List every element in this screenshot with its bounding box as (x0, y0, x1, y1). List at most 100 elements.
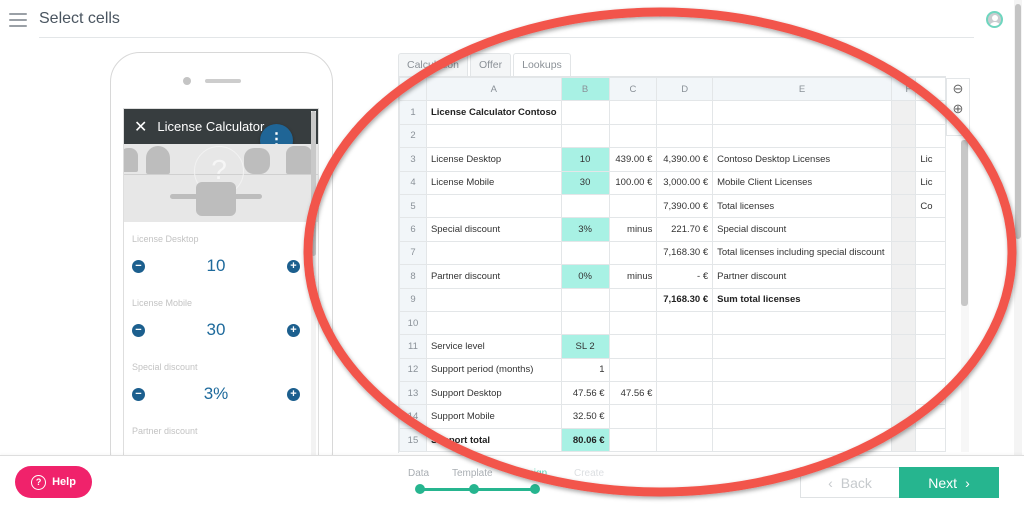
cell-C11[interactable] (608, 334, 658, 359)
cell-E4[interactable]: Mobile Client Licenses (712, 170, 893, 195)
cell-7[interactable] (915, 240, 946, 266)
cell-A8[interactable]: Partner discount (425, 264, 562, 289)
cell-B2[interactable] (560, 123, 610, 149)
cell-E1[interactable] (712, 100, 893, 125)
cell-E5[interactable]: Total licenses (712, 193, 893, 219)
column-header[interactable]: E (712, 77, 893, 102)
cell-5[interactable]: Co (915, 193, 946, 219)
cell-C12[interactable] (608, 357, 658, 383)
help-button[interactable]: ? Help (15, 466, 92, 498)
phone-scrollbar-thumb[interactable] (311, 111, 316, 256)
cell-B14[interactable]: 32.50 € (560, 404, 610, 429)
phone-scrollbar[interactable] (311, 111, 316, 507)
increment-button[interactable]: + (286, 323, 300, 337)
cell-B13[interactable]: 47.56 € (560, 381, 610, 406)
cell-E10[interactable] (712, 310, 893, 336)
tab-offer[interactable]: Offer (469, 53, 512, 76)
row-number[interactable]: 14 (399, 404, 427, 429)
cell-D8[interactable]: - € (656, 264, 714, 289)
step-template[interactable]: Template (452, 468, 493, 479)
cell-D14[interactable] (656, 404, 714, 429)
cell-E13[interactable] (712, 381, 893, 406)
cell-F7[interactable] (891, 240, 917, 266)
cell-B8[interactable]: 0% (560, 264, 610, 289)
cell-E6[interactable]: Special discount (712, 217, 893, 242)
cell-A1[interactable]: License Calculator Contoso (425, 100, 562, 125)
cell-C1[interactable] (608, 100, 658, 125)
cell-A11[interactable]: Service level (425, 334, 562, 359)
row-number[interactable]: 15 (399, 427, 427, 453)
cell-10[interactable] (915, 310, 946, 336)
cell-9[interactable] (915, 287, 946, 312)
cell-C5[interactable] (608, 193, 658, 219)
cell-C9[interactable] (608, 287, 658, 312)
column-header[interactable]: D (656, 77, 714, 102)
column-header-selected[interactable]: B (560, 77, 610, 102)
zoom-out-icon[interactable]: ⊖ (947, 79, 969, 99)
row-number[interactable]: 12 (399, 357, 427, 383)
cell-2[interactable] (915, 123, 946, 149)
row-number[interactable]: 6 (399, 217, 427, 242)
cell-A9[interactable] (425, 287, 562, 312)
cell-F11[interactable] (891, 334, 917, 359)
sheet-scrollbar-thumb[interactable] (961, 140, 968, 306)
cell-A3[interactable]: License Desktop (425, 147, 562, 172)
cell-C10[interactable] (608, 310, 658, 336)
cell-F3[interactable] (891, 147, 917, 172)
cell-D12[interactable] (656, 357, 714, 383)
cell-F6[interactable] (891, 217, 917, 242)
row-number[interactable]: 7 (399, 240, 427, 266)
cell-B12[interactable]: 1 (560, 357, 610, 383)
cell-A10[interactable] (425, 310, 562, 336)
sheet-scrollbar[interactable] (961, 140, 969, 452)
tab-calculation[interactable]: Calculation (398, 53, 468, 76)
cell-F4[interactable] (891, 170, 917, 195)
cell-C7[interactable] (608, 240, 658, 266)
cell-F14[interactable] (891, 404, 917, 429)
tab-lookups[interactable]: Lookups (513, 53, 571, 76)
cell-E7[interactable]: Total licenses including special discoun… (712, 240, 893, 266)
cell-C13[interactable]: 47.56 € (608, 381, 658, 406)
cell-D2[interactable] (656, 123, 714, 149)
cell-C2[interactable] (608, 123, 658, 149)
cell-A12[interactable]: Support period (months) (425, 357, 562, 383)
row-number[interactable]: 2 (399, 123, 427, 149)
cell-F15[interactable] (891, 427, 917, 453)
increment-button[interactable]: + (286, 259, 300, 273)
cell-F13[interactable] (891, 381, 917, 406)
cell-D1[interactable] (656, 100, 714, 125)
cell-6[interactable] (915, 217, 946, 242)
decrement-button[interactable]: − (132, 387, 145, 401)
row-number[interactable]: 1 (399, 100, 427, 125)
cell-1[interactable] (915, 100, 946, 125)
column-header[interactable] (915, 77, 946, 102)
column-header[interactable]: A (425, 77, 562, 102)
cell-C3[interactable]: 439.00 € (608, 147, 658, 172)
cell-D15[interactable] (656, 427, 714, 453)
cell-D4[interactable]: 3,000.00 € (656, 170, 714, 195)
cell-B7[interactable] (560, 240, 610, 266)
cell-E3[interactable]: Contoso Desktop Licenses (712, 147, 893, 172)
decrement-button[interactable]: − (132, 259, 145, 273)
cell-A2[interactable] (425, 123, 562, 149)
zoom-in-icon[interactable]: ⊕ (947, 99, 969, 119)
user-avatar-icon[interactable] (986, 11, 1003, 28)
row-number[interactable]: 11 (399, 334, 427, 359)
cell-12[interactable] (915, 357, 946, 383)
row-number[interactable]: 8 (399, 264, 427, 289)
cell-F8[interactable] (891, 264, 917, 289)
cell-F2[interactable] (891, 123, 917, 149)
cell-D11[interactable] (656, 334, 714, 359)
cell-D10[interactable] (656, 310, 714, 336)
cell-14[interactable] (915, 404, 946, 429)
cell-B9[interactable] (560, 287, 610, 312)
decrement-button[interactable]: − (132, 323, 145, 337)
cell-D9[interactable]: 7,168.30 € (656, 287, 714, 312)
row-number[interactable]: 5 (399, 193, 427, 219)
increment-button[interactable]: + (286, 387, 300, 401)
step-design[interactable]: Design (516, 468, 547, 479)
cell-13[interactable] (915, 381, 946, 406)
back-button[interactable]: ‹ Back (800, 467, 900, 498)
corner-cell[interactable] (399, 77, 427, 102)
cell-A5[interactable] (425, 193, 562, 219)
